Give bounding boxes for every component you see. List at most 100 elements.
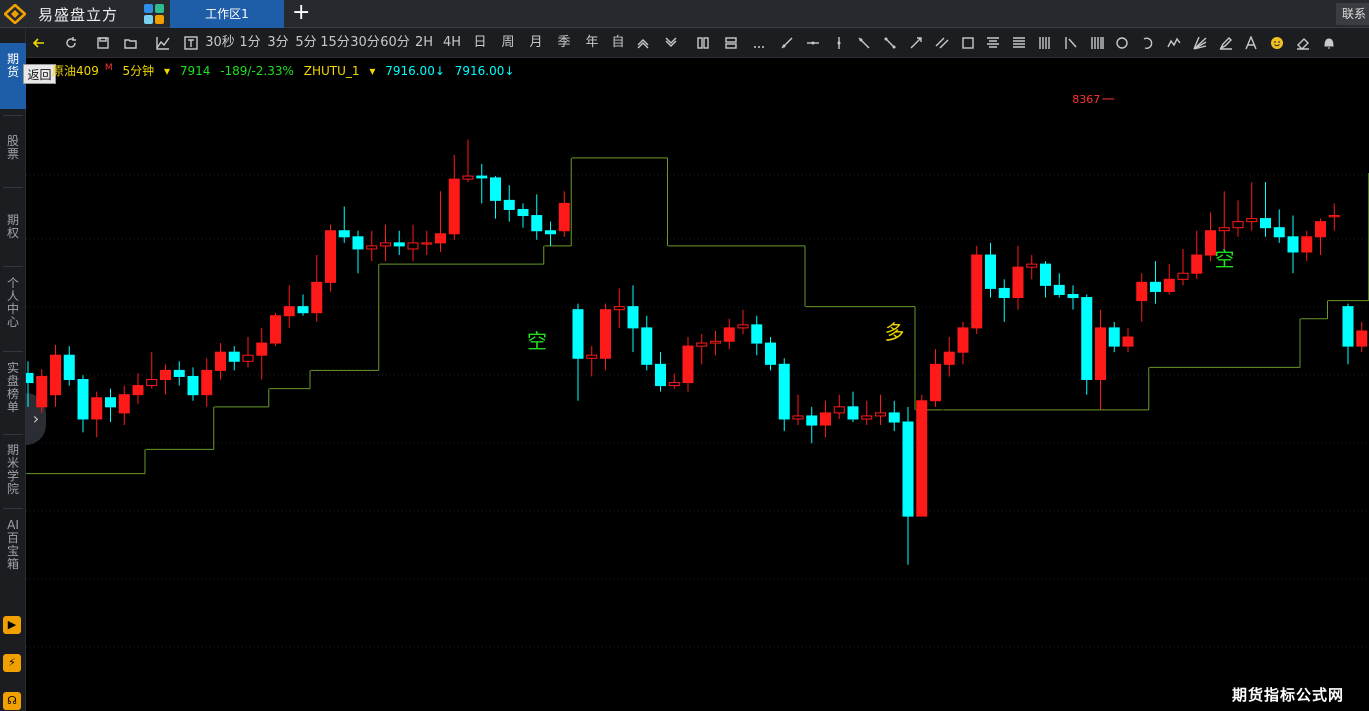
wave-icon[interactable] xyxy=(1161,28,1187,58)
sidebar: 期货 股票 期权 个人中心 实盘榜单 期米学院 AI百宝箱 ▶ ⚡ ☊ xyxy=(0,28,26,711)
period-button[interactable]: 4H xyxy=(438,28,466,58)
zoom-in-icon[interactable] xyxy=(630,28,656,58)
fib2-icon[interactable] xyxy=(1006,28,1032,58)
arc-icon[interactable] xyxy=(1135,28,1161,58)
candle-down xyxy=(1040,263,1051,286)
headset-icon[interactable]: ☊ xyxy=(3,692,21,710)
hline-icon[interactable] xyxy=(800,28,826,58)
period-button[interactable]: 2H xyxy=(410,28,438,58)
vline-icon-glyph xyxy=(837,37,841,49)
pen-icon-glyph xyxy=(1219,37,1232,50)
ray-icon[interactable] xyxy=(851,28,877,58)
open-icon[interactable] xyxy=(118,28,144,58)
candle-down xyxy=(517,208,529,217)
emoji-icon[interactable] xyxy=(1264,28,1290,58)
ray-icon-glyph xyxy=(858,37,870,49)
parallel-icon[interactable] xyxy=(929,28,955,58)
fib-icon[interactable] xyxy=(980,28,1006,58)
eraser-icon[interactable] xyxy=(1290,28,1316,58)
symbol-name[interactable]: 原油409 M xyxy=(52,63,113,78)
candle-up xyxy=(875,412,886,417)
percent-icon[interactable] xyxy=(1058,28,1084,58)
period-button[interactable]: 1分 xyxy=(236,28,264,58)
candle-up xyxy=(1163,278,1175,292)
circle-icon[interactable] xyxy=(1109,28,1135,58)
period-button[interactable]: 30分 xyxy=(350,28,380,58)
candle-up xyxy=(710,340,721,344)
sidebar-item-5[interactable]: 期米学院 xyxy=(0,440,26,502)
lightning-icon[interactable]: ⚡ xyxy=(3,654,21,672)
period-label: 5分钟 xyxy=(122,64,155,78)
apps-grid-icon[interactable] xyxy=(143,3,165,25)
candle-up xyxy=(201,369,213,396)
font-icon[interactable] xyxy=(1238,28,1264,58)
symbol-flag: M xyxy=(104,63,113,73)
candle-down xyxy=(1108,327,1120,347)
line-icon[interactable] xyxy=(774,28,800,58)
period-button[interactable]: 日 xyxy=(466,28,494,58)
candle-up xyxy=(311,281,323,314)
contact-button[interactable]: 联系 xyxy=(1336,3,1369,25)
candle-down xyxy=(1067,293,1079,299)
sidebar-item-1[interactable]: 股票 xyxy=(0,131,26,181)
candle-up xyxy=(1122,336,1134,347)
candle-down xyxy=(476,175,488,179)
period-button[interactable]: 月 xyxy=(522,28,550,58)
indicator-select[interactable]: ZHUTU_1 ▾ xyxy=(304,64,376,78)
sidebar-item-2[interactable]: 期权 xyxy=(0,210,26,260)
sidebar-item-3[interactable]: 个人中心 xyxy=(0,273,26,345)
back-icon[interactable] xyxy=(26,28,52,58)
period-button[interactable]: 15分 xyxy=(320,28,350,58)
vline-icon[interactable] xyxy=(826,28,852,58)
candle-down xyxy=(26,372,34,384)
tab-workspace[interactable]: 工作区1 xyxy=(170,0,284,28)
layout-h-icon[interactable] xyxy=(718,28,744,58)
candle-down xyxy=(655,363,666,387)
arrow-icon[interactable] xyxy=(903,28,929,58)
more-icon[interactable] xyxy=(746,28,772,58)
kline-chart[interactable]: 8367空 多空 xyxy=(26,77,1369,711)
layout-v-icon-glyph xyxy=(697,37,709,49)
candle-up xyxy=(366,245,378,250)
sidebar-item-6[interactable]: AI百宝箱 xyxy=(0,515,26,585)
period-button[interactable]: 自 xyxy=(606,28,630,58)
period-button[interactable]: 3分 xyxy=(264,28,292,58)
segment-icon[interactable] xyxy=(877,28,903,58)
candle-down xyxy=(338,230,350,238)
last-price: 7914 xyxy=(179,64,211,78)
indicator-icon[interactable] xyxy=(150,28,176,58)
period-button[interactable]: 5分 xyxy=(292,28,320,58)
layout-v-icon[interactable] xyxy=(690,28,716,58)
candle-down xyxy=(77,379,89,420)
zoom-out-icon[interactable] xyxy=(658,28,684,58)
refresh-icon-glyph xyxy=(66,37,76,48)
fan-icon[interactable] xyxy=(1187,28,1213,58)
candle-down xyxy=(751,324,763,344)
candle-down xyxy=(778,363,790,420)
candle-up xyxy=(1246,218,1258,223)
period-button[interactable]: 季 xyxy=(550,28,578,58)
period-button[interactable]: 30秒 xyxy=(204,28,236,58)
sidebar-item-4[interactable]: 实盘榜单 xyxy=(0,358,26,428)
fan-icon-glyph xyxy=(1193,36,1207,50)
candle-up xyxy=(1095,327,1106,381)
candle-up xyxy=(421,242,433,245)
period-select[interactable]: 5分钟 ▾ xyxy=(123,64,170,78)
period-button[interactable]: 60分 xyxy=(380,28,410,58)
cycle-icon[interactable] xyxy=(1084,28,1110,58)
hline-icon-glyph xyxy=(806,41,819,45)
add-tab-button[interactable]: + xyxy=(292,1,310,25)
save-icon[interactable] xyxy=(90,28,116,58)
video-icon[interactable]: ▶ xyxy=(3,616,21,634)
rect-icon[interactable] xyxy=(955,28,981,58)
candle-up xyxy=(943,351,955,365)
refresh-icon[interactable] xyxy=(58,28,84,58)
alert-icon[interactable] xyxy=(1316,28,1342,58)
text-icon[interactable] xyxy=(178,28,204,58)
candle-up xyxy=(325,230,336,283)
gann-icon[interactable] xyxy=(1032,28,1058,58)
period-button[interactable]: 周 xyxy=(494,28,522,58)
pen-icon[interactable] xyxy=(1213,28,1239,58)
period-button[interactable]: 年 xyxy=(578,28,606,58)
candle-down xyxy=(1053,284,1065,295)
